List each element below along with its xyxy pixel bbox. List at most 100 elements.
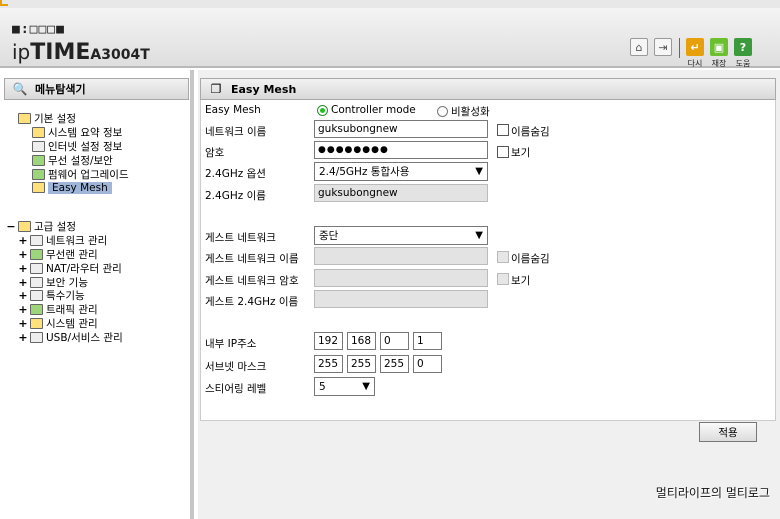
expand-icon[interactable]: + <box>18 234 28 247</box>
expand-icon[interactable]: + <box>18 276 28 289</box>
steer-label: 스티어링 레벨 <box>205 383 267 395</box>
ip-octet-4[interactable]: 1 <box>413 332 442 350</box>
guest-name-input <box>314 247 488 265</box>
special-icon <box>30 290 43 302</box>
folder-icon <box>18 221 31 233</box>
sidebar-header: 🔍 메뉴탐색기 <box>4 78 189 100</box>
traffic-icon <box>30 304 43 316</box>
expand-icon[interactable]: + <box>18 317 28 330</box>
corner-mark <box>0 0 8 6</box>
sidebar-title: 메뉴탐색기 <box>35 83 86 96</box>
guest-pw-input <box>314 269 488 287</box>
steer-value: 5 <box>319 380 326 393</box>
ip-octet-2[interactable]: 168 <box>347 332 376 350</box>
password-label: 암호 <box>205 147 225 159</box>
guest-hide-label: 이름숨김 <box>511 253 550 265</box>
net-name-input[interactable]: guksubongnew <box>314 120 488 138</box>
apply-button[interactable]: 적용 <box>699 422 757 442</box>
mode-disabled-option[interactable]: 비활성화 <box>437 104 490 119</box>
tree-item-traffic[interactable]: + 트래픽 관리 <box>6 303 123 317</box>
password-input[interactable]: ●●●●●●●● <box>314 141 488 159</box>
help-button[interactable]: ? 도움 <box>734 38 752 69</box>
guest-name-row: 게스트 네트워크 이름 <box>205 251 299 266</box>
expand-icon[interactable]: + <box>18 262 28 275</box>
tree-item-label-selected: Easy Mesh <box>48 181 112 194</box>
top-strip <box>0 0 780 8</box>
tree-item-firmware[interactable]: 펌웨어 업그레이드 <box>18 167 129 181</box>
tree-item-label: 시스템 관리 <box>46 317 98 330</box>
mode-row: Easy Mesh <box>205 104 261 116</box>
show-password-label: 보기 <box>511 147 531 159</box>
mode-label: Easy Mesh <box>205 104 261 116</box>
password-row: 암호 <box>205 145 224 160</box>
window-icon: ❐ <box>210 82 222 96</box>
basic-settings-tree: 기본 설정 시스템 요약 정보 인터넷 설정 정보 무선 설정/보안 펌웨어 업… <box>18 112 129 195</box>
logo-ip: ip <box>12 40 31 64</box>
guest-row: 게스트 네트워크 <box>205 230 276 245</box>
radio-controller[interactable] <box>317 104 328 116</box>
steer-select[interactable]: 5 ▼ <box>314 377 375 396</box>
tree-item-network[interactable]: + 네트워크 관리 <box>6 234 123 248</box>
tree-advanced-settings[interactable]: − 고급 설정 <box>6 220 123 234</box>
magnifier-icon: 🔍 <box>12 82 28 96</box>
collapse-toggle[interactable]: − <box>6 220 16 233</box>
mask-octet-2[interactable]: 255 <box>347 355 376 373</box>
upgrade-icon <box>32 168 45 180</box>
mode-controller-label: Controller mode <box>331 104 416 116</box>
save-button[interactable]: ▣ 재장 <box>710 38 728 69</box>
hide-name-checkbox[interactable] <box>497 124 509 136</box>
tree-item-label: USB/서비스 관리 <box>46 331 123 344</box>
restart-button[interactable]: ↵ 다시 <box>686 38 704 69</box>
watermark: 멀티라이프의 멀티로그 <box>655 486 770 500</box>
hide-name-label: 이름숨김 <box>511 126 550 138</box>
logout-icon[interactable]: ⇥ <box>654 38 672 56</box>
ghz-option-value: 2.4/5GHz 통합사용 <box>319 166 410 178</box>
mesh-icon <box>32 182 45 194</box>
tree-item-system-summary[interactable]: 시스템 요약 정보 <box>18 126 129 140</box>
tree-item-label: 펌웨어 업그레이드 <box>48 168 129 181</box>
tree-item-label: 무선 설정/보안 <box>48 154 113 167</box>
tree-item-system[interactable]: + 시스템 관리 <box>6 317 123 331</box>
ghz-name-input[interactable]: guksubongnew <box>314 184 488 202</box>
expand-icon[interactable]: + <box>18 331 28 344</box>
tree-item-easy-mesh[interactable]: Easy Mesh <box>18 181 129 195</box>
tree-item-label: NAT/라우터 관리 <box>46 262 122 275</box>
tree-item-special[interactable]: + 특수기능 <box>6 289 123 303</box>
restart-label: 다시 <box>687 59 703 68</box>
expand-icon[interactable]: + <box>18 248 28 261</box>
mask-octet-1[interactable]: 255 <box>314 355 343 373</box>
easy-mesh-form: Easy Mesh Controller mode 비활성화 네트워크 이름 g… <box>200 100 776 442</box>
advanced-settings-tree: − 고급 설정 + 네트워크 관리 + 무선랜 관리 + NAT/라우터 관리 + 보안 … <box>6 220 123 344</box>
tree-item-wlan[interactable]: + 무선랜 관리 <box>6 248 123 262</box>
tree-basic-settings[interactable]: 기본 설정 <box>18 112 129 126</box>
tree-item-usb[interactable]: + USB/서비스 관리 <box>6 330 123 344</box>
mask-octet-3[interactable]: 255 <box>380 355 409 373</box>
main-panel: ❐ Easy Mesh Easy Mesh Controller mode 비활성… <box>198 70 780 519</box>
help-label: 도움 <box>735 59 751 68</box>
ip-octet-3[interactable]: 0 <box>380 332 409 350</box>
radio-disabled[interactable] <box>437 106 448 117</box>
mask-octet-4[interactable]: 0 <box>413 355 442 373</box>
ip-octet-1[interactable]: 192 <box>314 332 343 350</box>
toolbar-divider <box>679 38 680 58</box>
wifi-icon <box>32 154 45 166</box>
tree-item-internet[interactable]: 인터넷 설정 정보 <box>18 140 129 154</box>
home-icon[interactable]: ⌂ <box>630 38 648 56</box>
tree-item-nat[interactable]: + NAT/라우터 관리 <box>6 261 123 275</box>
mode-controller-option[interactable]: Controller mode <box>317 104 416 116</box>
tree-item-security[interactable]: + 보안 기능 <box>6 275 123 289</box>
show-password-checkbox[interactable] <box>497 146 509 158</box>
expand-icon[interactable]: + <box>18 303 28 316</box>
expand-icon[interactable]: + <box>18 289 28 302</box>
header: ■:□□□■ ipTIMEA3004T ⌂ ⇥ ↵ 다시 ▣ 재장 ? 도움 <box>0 8 780 68</box>
main-header: ❐ Easy Mesh <box>200 78 776 100</box>
ghz-option-select[interactable]: 2.4/5GHz 통합사용 ▼ <box>314 162 488 181</box>
guest-ghz-input <box>314 290 488 308</box>
model-name: A3004T <box>90 47 150 63</box>
save-label: 재장 <box>711 59 727 68</box>
logo-dots: ■:□□□■ <box>12 22 65 37</box>
mode-disabled-label: 비활성화 <box>451 106 490 118</box>
tree-item-wireless[interactable]: 무선 설정/보안 <box>18 153 129 167</box>
net-name-label: 네트워크 이름 <box>205 126 267 138</box>
guest-select[interactable]: 중단 ▼ <box>314 226 488 245</box>
